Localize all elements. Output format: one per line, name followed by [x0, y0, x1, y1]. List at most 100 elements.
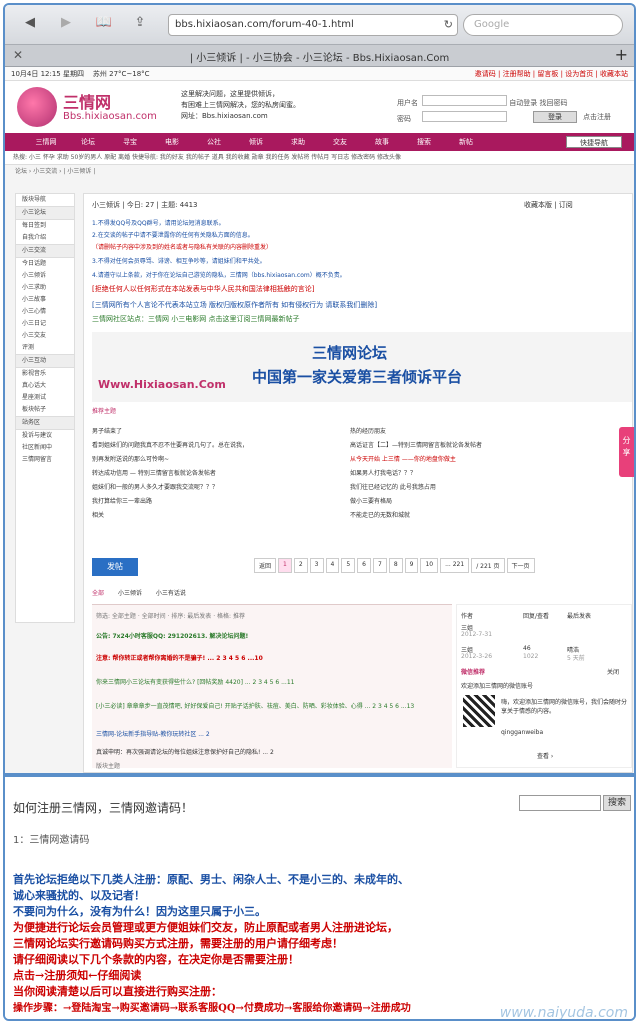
- sidebar-item[interactable]: 每日签到: [16, 220, 74, 232]
- search-input[interactable]: Google: [463, 14, 623, 36]
- table-row[interactable]: 三情网-论坛新手指导贴-教你玩转社区 ... 2: [96, 729, 210, 738]
- sidebar-item[interactable]: 影视音乐: [16, 368, 74, 380]
- topic-link[interactable]: 如果男人打我电话？？？: [350, 468, 416, 477]
- page-link[interactable]: 9: [404, 558, 419, 573]
- nav-item[interactable]: 搜索: [403, 137, 445, 147]
- login-button[interactable]: 登录: [533, 111, 577, 123]
- table-row[interactable]: 真诚申明：再次强调请论坛的每位姐妹注意保护好自己的隐私! ... 2: [96, 747, 274, 756]
- close-link[interactable]: 关闭: [607, 667, 619, 676]
- page-link[interactable]: 7: [372, 558, 387, 573]
- share-button[interactable]: 分享: [619, 427, 634, 477]
- sidebar-group[interactable]: 小三交流: [16, 244, 74, 258]
- filter-bar[interactable]: 筛选: 全部主题 · 全部时间 · 排序: 最后发表 · 格格: 推荐: [96, 611, 245, 620]
- username-field[interactable]: [422, 95, 507, 106]
- page-link[interactable]: ... 221: [440, 558, 470, 573]
- topic-link[interactable]: 热的经历朋友: [350, 426, 386, 435]
- table-row[interactable]: 公告: 7x24小时客服QQ: 291202613. 解决论坛问题!: [96, 631, 248, 640]
- sidebar-item[interactable]: 小三日记: [16, 318, 74, 330]
- page-link[interactable]: 1: [278, 558, 292, 573]
- topic-link[interactable]: 高话证言【二】—特别三情网留言板就论各发帖者: [350, 440, 482, 449]
- quick-nav-button[interactable]: 快捷导航: [566, 136, 622, 148]
- sidebar-item[interactable]: 小三倾诉: [16, 270, 74, 282]
- article-search-button[interactable]: 搜索: [603, 795, 631, 811]
- password-field[interactable]: [421, 111, 507, 122]
- next-page-link[interactable]: 下一页: [506, 558, 535, 573]
- sidebar-item[interactable]: 小三故事: [16, 294, 74, 306]
- tab-all[interactable]: 全部: [92, 590, 104, 597]
- find-password-link[interactable]: 找回密码: [539, 99, 567, 107]
- sidebar-item[interactable]: 星座测试: [16, 392, 74, 404]
- nav-item[interactable]: 求助: [277, 137, 319, 147]
- topic-link[interactable]: 做小三要有格局: [350, 496, 392, 505]
- sidebar-item[interactable]: 评测: [16, 342, 74, 354]
- page-link[interactable]: 5: [341, 558, 356, 573]
- nav-item[interactable]: 新帖: [445, 137, 487, 147]
- nav-item[interactable]: 交友: [319, 137, 361, 147]
- tab-confide[interactable]: 小三倾诉: [118, 590, 142, 597]
- share-icon[interactable]: ⇪: [129, 13, 151, 33]
- sidebar-item[interactable]: 三情网留言: [16, 454, 74, 466]
- reload-icon[interactable]: ↻: [444, 15, 453, 35]
- post-button[interactable]: 发帖: [92, 558, 138, 576]
- sidebar-item[interactable]: 社区新闻中: [16, 442, 74, 454]
- sidebar-item[interactable]: 真心话大: [16, 380, 74, 392]
- nav-item[interactable]: 公社: [193, 137, 235, 147]
- topic-link[interactable]: 别再发附送说的那么可怜啊~: [92, 454, 169, 463]
- logo-text[interactable]: 三情网: [63, 89, 111, 113]
- page-link[interactable]: 返回: [254, 558, 277, 573]
- back-icon[interactable]: ◀: [19, 13, 41, 33]
- table-row[interactable]: [小三必读] 章章章步一直茂情吧, 好好保爱自己! 开贴子话护肤、祛痘、美白、防…: [96, 701, 446, 710]
- page-link[interactable]: 6: [357, 558, 371, 573]
- breadcrumb[interactable]: 论坛 › 小三交流 › | 小三倾诉 |: [5, 165, 634, 179]
- nav-item[interactable]: 三情网: [25, 137, 67, 147]
- table-row[interactable]: 注意: 帮你转正或者帮你离婚的不是骗子! ... 2 3 4 5 6 ...10: [96, 653, 263, 662]
- autologin-checkbox[interactable]: 自动登录: [509, 99, 537, 107]
- topic-link[interactable]: 相关: [92, 510, 104, 519]
- nav-item[interactable]: 电影: [151, 137, 193, 147]
- more-link[interactable]: 查看 ›: [537, 751, 553, 760]
- sidebar-item[interactable]: 投诉与建议: [16, 430, 74, 442]
- sidebar-item[interactable]: 板块帖子: [16, 404, 74, 416]
- sidebar-item[interactable]: 小三交友: [16, 330, 74, 342]
- sidebar-group[interactable]: 小三论坛: [16, 206, 74, 220]
- sub-nav[interactable]: 热搜: 小三 怀孕 求助 50岁的男人 原配 离婚 快捷导航: 我的好友 我的帖…: [5, 151, 634, 165]
- bookmarks-icon[interactable]: 📖: [93, 13, 115, 33]
- topic-link[interactable]: 转达成功信用 — 特别三情留言板就论各发帖者: [92, 468, 216, 477]
- topic-link[interactable]: 男子结束了: [92, 426, 122, 435]
- topic-link[interactable]: 从今天开始 上三情 ——你的地盘你做主: [350, 454, 456, 463]
- sidebar-item[interactable]: 小三求助: [16, 282, 74, 294]
- nav-item[interactable]: 寻宝: [109, 137, 151, 147]
- sidebar-item[interactable]: 今日话题: [16, 258, 74, 270]
- table-row[interactable]: 你来三情网小三论坛有变获得些什么? [回帖奖励 4420] ... 2 3 4 …: [96, 677, 294, 686]
- topic-link[interactable]: 姐妹们和一般的男人多久才要跟我交流呢？？？: [92, 482, 218, 491]
- register-link[interactable]: 点击注册: [583, 112, 611, 122]
- page-link[interactable]: 3: [309, 558, 324, 573]
- rule-line[interactable]: 三情网社区站点：三情网 小三电影网 点击这里订阅三情网最新帖子: [92, 314, 299, 324]
- sidebar-group[interactable]: 小三互动: [16, 354, 74, 368]
- nav-item[interactable]: 倾诉: [235, 137, 277, 147]
- banner[interactable]: 三情网论坛 中国第一家关爱第三者倾诉平台 Www.Hixiaosan.Com: [92, 332, 632, 402]
- nav-item[interactable]: 论坛: [67, 137, 109, 147]
- page-link[interactable]: 4: [325, 558, 340, 573]
- tab-talk[interactable]: 小三有话说: [156, 590, 186, 597]
- topic-link[interactable]: 看到姐妹们的问题我真不忍不住要再说几句了。总在说我，: [92, 440, 248, 449]
- page-link[interactable]: 2: [293, 558, 308, 573]
- nav-item[interactable]: 故事: [361, 137, 403, 147]
- sidebar-group[interactable]: 站务区: [16, 416, 74, 430]
- new-tab-icon[interactable]: +: [615, 45, 628, 64]
- url-bar[interactable]: bbs.hixiaosan.com/forum-40-1.html ↻: [168, 14, 458, 36]
- topic-link[interactable]: 我们往已经记忆的 此号我悠占用: [350, 482, 436, 491]
- topic-link[interactable]: 不能走已的无数和城就: [350, 510, 410, 519]
- page-link[interactable]: 8: [388, 558, 403, 573]
- sidebar-item[interactable]: 小三心情: [16, 306, 74, 318]
- page-link[interactable]: 10: [420, 558, 439, 573]
- sidebar-item[interactable]: 自我介绍: [16, 232, 74, 244]
- tab-title[interactable]: | 小三倾诉 | - 小三协会 - 小三论坛 - Bbs.Hixiaosan.C…: [5, 49, 634, 64]
- forum-actions[interactable]: 收藏本版 | 订阅: [524, 200, 573, 210]
- article-search-input[interactable]: [519, 795, 601, 811]
- logo-icon[interactable]: [17, 87, 57, 127]
- forward-icon[interactable]: ▶: [55, 13, 77, 33]
- article-line[interactable]: 点击→注册须知←仔细阅读: [13, 967, 141, 983]
- top-links[interactable]: 邀请码 | 注册帮助 | 留言板 | 设为首页 | 收藏本站: [475, 67, 628, 81]
- topic-link[interactable]: 我打算给你三一辈出路: [92, 496, 152, 505]
